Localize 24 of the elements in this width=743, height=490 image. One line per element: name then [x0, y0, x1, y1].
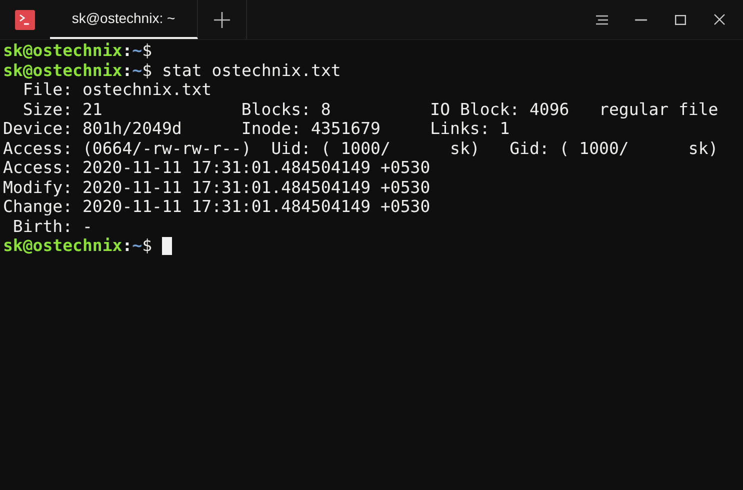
plus-icon — [213, 10, 231, 28]
output-line: Access: 2020-11-11 17:31:01.484504149 +0530 — [3, 158, 430, 178]
prompt-symbol: $ — [142, 60, 152, 80]
prompt-path: ~ — [132, 60, 142, 80]
prompt-user: sk@ostechnix — [3, 236, 122, 256]
prompt-user: sk@ostechnix — [3, 41, 122, 60]
output-line: Access: (0664/-rw-rw-r--) Uid: ( 1000/ sk) Gid: ( 1000/ sk) — [3, 138, 718, 158]
tab[interactable]: sk@ostechnix: ~ — [50, 0, 198, 39]
output-line: Modify: 2020-11-11 17:31:01.484504149 +0530 — [3, 178, 430, 197]
prompt-symbol: $ — [142, 236, 152, 256]
prompt-path: ~ — [132, 41, 142, 60]
prompt-separator: : — [122, 236, 132, 256]
terminal-icon — [15, 10, 35, 30]
prompt-user: sk@ostechnix — [3, 60, 122, 80]
prompt-separator: : — [122, 60, 132, 80]
output-line: File: ostechnix.txt — [22, 80, 212, 100]
output-line: Change: 2020-11-11 17:31:01.484504149 +0530 — [3, 197, 430, 216]
prompt-path: ~ — [132, 236, 142, 256]
output-line: Birth: - — [12, 216, 92, 236]
prompt-symbol: $ — [142, 41, 152, 60]
command-text: stat ostechnix.txt — [162, 60, 341, 80]
output-line: Device: 801h/2049d Inode: 4351679 Links: 1 — [3, 119, 510, 138]
output-line: Size: 21 Blocks: 8 IO Block: 4096 regular file — [22, 100, 718, 119]
prompt-separator: : — [122, 41, 132, 60]
